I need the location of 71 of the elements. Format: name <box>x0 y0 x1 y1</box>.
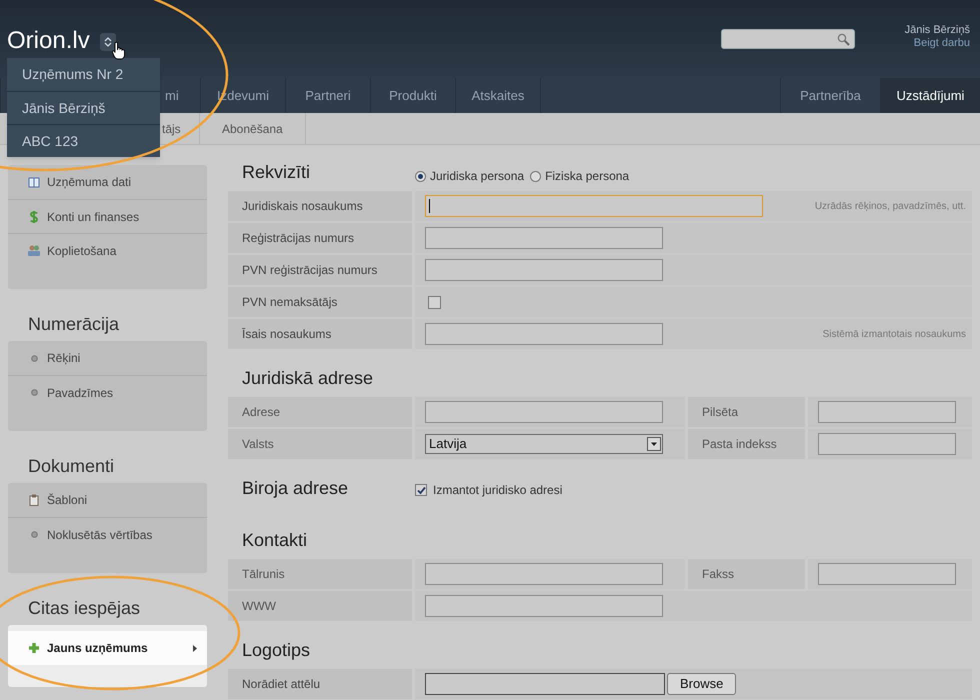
radio-option[interactable]: Fiziska persona <box>530 167 630 185</box>
pointer-cursor-icon <box>112 42 126 60</box>
sidebar-item[interactable]: Noklusētās vērtības <box>8 517 207 551</box>
logout-link[interactable]: Beigt darbu <box>914 37 970 50</box>
search-icon <box>836 32 850 46</box>
field-label: Tālrunis <box>228 559 412 589</box>
field-label: Reģistrācijas numurs <box>228 223 412 253</box>
field-label: Īsais nosaukums <box>228 319 412 349</box>
section-heading: Rekvizīti <box>241 160 312 184</box>
logo[interactable]: Orion.lv <box>7 23 90 59</box>
sidebar-item[interactable]: Konti un finanses <box>8 199 207 233</box>
people-icon <box>27 244 41 257</box>
clipboard-icon <box>27 494 41 506</box>
text-field[interactable] <box>425 401 663 423</box>
text-field[interactable] <box>818 401 956 423</box>
field-label: Pilsēta <box>688 397 805 427</box>
sidebar-item[interactable]: Jauns uzņēmums <box>8 631 207 665</box>
sidebar-heading: Citas iespējas <box>27 597 142 620</box>
company-menu-item[interactable]: ABC 123 <box>7 124 160 157</box>
up-down-chevron-icon <box>104 37 112 47</box>
text-field[interactable] <box>425 195 763 217</box>
field-label: PVN nemaksātājs <box>228 287 412 317</box>
field-label: Valsts <box>228 429 412 459</box>
text-field[interactable] <box>425 259 663 281</box>
section-heading: Kontakti <box>241 528 308 552</box>
plus-icon <box>27 642 41 654</box>
sidebar-item[interactable]: Uzņēmuma dati <box>8 165 207 199</box>
caret-down-icon <box>647 437 661 451</box>
sidebar-item[interactable]: Šabloni <box>8 483 207 517</box>
text-field[interactable] <box>818 563 956 585</box>
field-label: Juridiskais nosaukums <box>228 191 412 221</box>
sidebar-item[interactable]: Pavadzīmes <box>8 375 207 409</box>
field-label: Fakss <box>688 559 805 589</box>
sidebar-item[interactable]: Rēķini <box>8 341 207 375</box>
dollar-icon <box>27 210 41 224</box>
checkbox[interactable] <box>415 484 427 496</box>
text-field[interactable] <box>425 563 663 585</box>
field-hint: Sistēmā izmantotais nosaukums <box>822 328 966 342</box>
radio-button[interactable] <box>530 170 542 182</box>
nav-tab[interactable]: Uzstādījumi <box>880 78 980 113</box>
section-heading: Juridiskā adrese <box>241 366 374 390</box>
text-cursor <box>429 199 430 213</box>
browse-button[interactable]: Browse <box>667 673 736 695</box>
text-field[interactable] <box>425 227 663 249</box>
checkbox[interactable] <box>428 296 441 308</box>
field-label: Norādiet attēlu <box>228 669 412 699</box>
country-dropdown[interactable]: Latvija <box>425 434 663 454</box>
company-menu-item[interactable]: Uzņēmums Nr 2 <box>7 58 160 91</box>
section-heading: Logotips <box>241 638 312 662</box>
checkbox-option[interactable]: Izmantot juridisko adresi <box>415 481 562 499</box>
section-heading: Biroja adrese <box>241 476 350 500</box>
text-field[interactable] <box>425 323 663 345</box>
sidebar-item[interactable]: Koplietošana <box>8 233 207 267</box>
user-name: Jānis Bērziņš <box>904 24 970 37</box>
book-icon <box>27 176 41 188</box>
sidebar-heading: Numerācija <box>27 313 120 336</box>
file-path-field[interactable] <box>425 673 665 695</box>
company-menu-item[interactable]: Jānis Bērziņš <box>7 91 160 124</box>
text-field[interactable] <box>818 433 956 455</box>
field-label: Adrese <box>228 397 412 427</box>
radio-option[interactable]: Juridiska persona <box>415 167 524 185</box>
field-label: PVN reģistrācijas numurs <box>228 255 412 285</box>
text-field[interactable] <box>425 595 663 617</box>
field-label: WWW <box>228 591 412 621</box>
field-label: Pasta indekss <box>688 429 805 459</box>
arrow-right-icon <box>193 644 197 652</box>
sidebar-heading: Dokumenti <box>27 455 116 478</box>
radio-button[interactable] <box>415 170 426 182</box>
search-field[interactable] <box>720 29 855 49</box>
field-hint: Uzrādās rēķinos, pavadzīmēs, utt. <box>814 200 966 214</box>
sub-tab[interactable]: Abonēšana <box>200 113 306 144</box>
